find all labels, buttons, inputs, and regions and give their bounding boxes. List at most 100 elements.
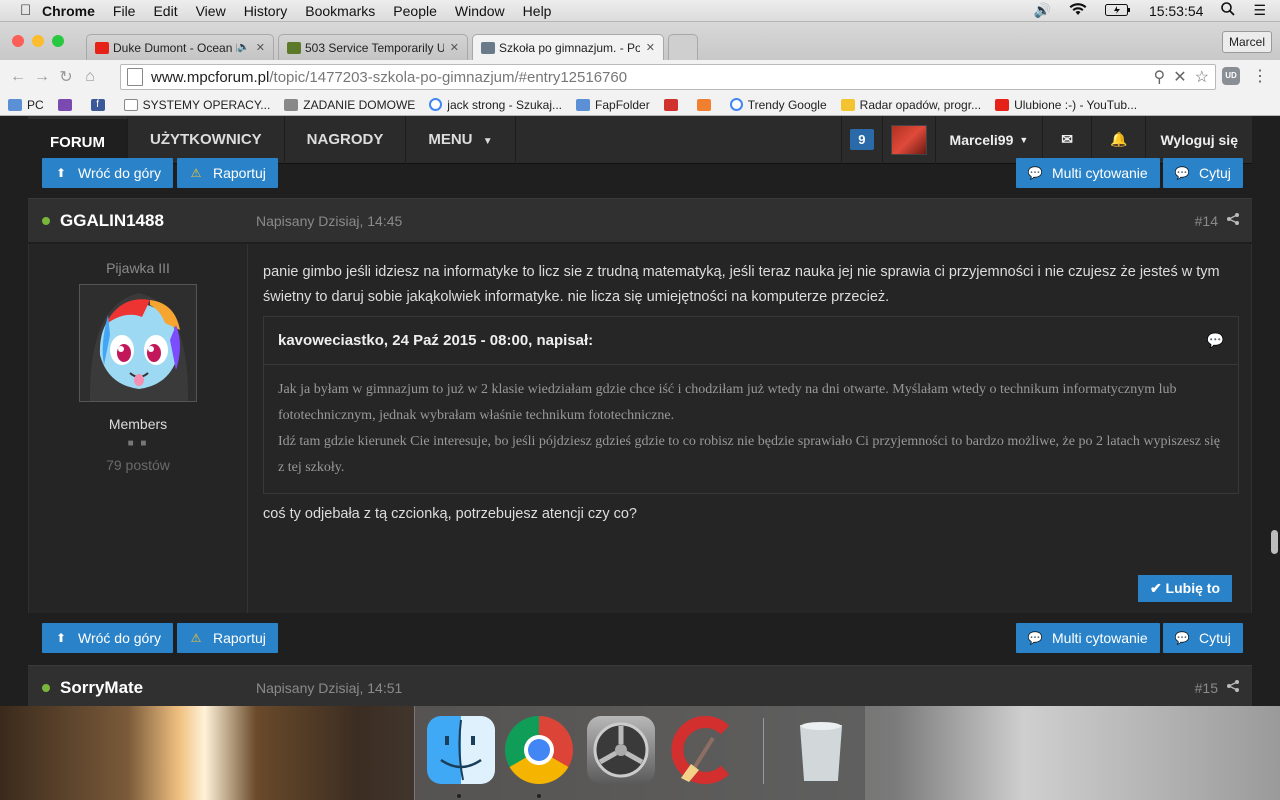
speech-bubbles-icon: 💬 [1027,631,1043,645]
zoom-icon[interactable]: ⚲ [1154,67,1166,87]
page-scrollbar[interactable] [1271,530,1278,554]
battery-icon[interactable] [1104,3,1131,19]
post-number[interactable]: #14 [1195,213,1218,229]
close-tab-icon[interactable]: ✕ [450,41,459,54]
nav-nagrody[interactable]: NAGRODY [285,116,407,164]
bell-icon[interactable]: 🔔 [1091,116,1145,164]
bookmark-fapfolder[interactable]: FapFolder [576,98,650,112]
chrome-icon[interactable] [505,716,573,784]
bookmark-zadanie-domowe[interactable]: ZADANIE DOMOWE [284,98,415,112]
post-text: panie gimbo jeśli idziesz na informatyke… [263,264,1220,305]
chrome-tabbar: Duke Dumont - Ocean D 🔈 ✕ 503 Service Te… [0,22,1280,60]
back-arrow-icon[interactable]: ← [6,68,30,86]
online-status-icon [42,216,50,225]
menu-bookmarks[interactable]: Bookmarks [305,3,375,19]
wifi-icon[interactable] [1069,2,1087,19]
back-to-top-button[interactable]: ⬆ Wróć do góry [42,158,173,188]
close-tab-icon[interactable]: ✕ [646,41,655,54]
running-indicator [457,794,461,798]
bookmark-orange[interactable] [696,98,716,111]
menu-history[interactable]: History [244,3,288,19]
report-button[interactable]: ⚠ Raportuj [177,158,278,188]
zoom-window-button[interactable] [52,35,64,47]
menu-window[interactable]: Window [455,3,505,19]
bookmark-label: PC [27,97,44,112]
user-avatar[interactable] [881,116,935,164]
post-number[interactable]: #15 [1195,680,1218,696]
pony-avatar-icon [80,285,196,401]
quote-button[interactable]: 💬 Cytuj [1163,158,1243,188]
report-button[interactable]: ⚠ Raportuj [177,623,278,653]
profile-button[interactable]: Marcel [1221,31,1272,53]
apple-icon[interactable]:  [20,2,42,19]
tab-duke-dumont[interactable]: Duke Dumont - Ocean D 🔈 ✕ [86,34,274,60]
menu-view[interactable]: View [196,3,226,19]
chrome-menu-icon[interactable]: ⋮ [1252,66,1268,86]
translate-icon[interactable]: ✕ [1173,67,1186,87]
volume-icon[interactable]: 🔊 [1034,2,1051,19]
menu-people[interactable]: People [393,3,437,19]
nav-uzytkownicy[interactable]: UŻYTKOWNICY [128,116,285,164]
close-tab-icon[interactable]: ✕ [256,41,265,54]
menu-edit[interactable]: Edit [153,3,177,19]
logout-link[interactable]: Wyloguj się [1145,116,1252,164]
quote-citation[interactable]: kavoweciastko, 24 Paź 2015 - 08:00, napi… [278,328,593,353]
back-to-top-button[interactable]: ⬆ Wróć do góry [42,623,173,653]
home-icon[interactable]: ⌂ [78,68,102,86]
bookmark-red[interactable] [663,98,683,111]
author-avatar[interactable] [79,284,197,402]
user-group: Members [108,416,168,432]
share-icon[interactable] [1226,679,1240,696]
bookmark-systemy[interactable]: SYSTEMY OPERACY... [123,98,270,112]
post-author[interactable]: GGALIN1488 [60,211,256,231]
tab-szkola-po-gimnazjum[interactable]: Szkoła po gimnazjum. - Po ✕ [472,34,664,60]
question-favicon-icon [696,98,711,111]
speaker-icon[interactable]: 🔈 [237,42,249,53]
finder-icon[interactable] [427,716,495,784]
forward-arrow-icon[interactable]: → [30,68,54,86]
quote-button[interactable]: 💬 Cytuj [1163,623,1243,653]
address-bar[interactable]: www.mpcforum.pl/topic/1477203-szkola-po-… [120,64,1216,90]
menu-app-name[interactable]: Chrome [42,3,95,19]
notifications-badge[interactable]: 9 [841,116,881,164]
warning-icon: ⚠ [190,166,202,180]
bookmark-jack-strong[interactable]: jack strong - Szukaj... [429,98,562,112]
bookmark-star-icon[interactable]: ☆ [1195,67,1209,87]
share-icon[interactable] [1226,212,1240,229]
tab-503-service[interactable]: 503 Service Temporarily U ✕ [278,34,468,60]
clock[interactable]: 15:53:54 [1149,3,1204,19]
bookmark-trendy-google[interactable]: Trendy Google [729,98,827,112]
reputation-pips-icon: ■ ■ [127,438,149,449]
multiquote-button[interactable]: 💬 Multi cytowanie [1016,623,1160,653]
bookmark-facebook[interactable]: f [90,98,110,111]
reload-icon[interactable]: ↻ [54,67,78,87]
spotlight-icon[interactable] [1221,2,1236,19]
nav-menu[interactable]: MENU ▼ [406,116,516,164]
post-author[interactable]: SorryMate [60,678,256,698]
menu-help[interactable]: Help [523,3,552,19]
bookmark-purple[interactable] [57,98,77,111]
bookmark-pc[interactable]: PC [8,98,44,112]
button-label: Wróć do góry [78,630,161,646]
ublock-extension-icon[interactable]: UD [1222,67,1240,85]
messages-icon[interactable]: ✉ [1042,116,1091,164]
nav-forum[interactable]: FORUM [28,116,128,164]
minimize-window-button[interactable] [32,35,44,47]
system-preferences-icon[interactable] [587,716,655,784]
notification-center-icon[interactable]: ☰ [1253,2,1266,19]
page-info-icon[interactable] [127,68,143,86]
quote-block: kavoweciastko, 24 Paź 2015 - 08:00, napi… [263,316,1239,494]
ccleaner-icon[interactable] [669,716,737,784]
trash-icon[interactable] [787,716,855,784]
user-menu[interactable]: Marceli99 ▼ [934,116,1043,164]
chrome-toolbar: ← → ↻ ⌂ www.mpcforum.pl/topic/1477203-sz… [0,60,1280,94]
bookmark-radar-opadow[interactable]: Radar opadów, progr... [840,98,981,112]
site-favicon-icon [287,41,301,54]
url-host: www.mpcforum.pl [151,68,270,86]
close-window-button[interactable] [12,35,24,47]
new-tab-button[interactable] [668,34,698,60]
menu-file[interactable]: File [113,3,136,19]
bookmark-ulubione[interactable]: Ulubione :-) - YouTub... [995,98,1137,112]
multiquote-button[interactable]: 💬 Multi cytowanie [1016,158,1160,188]
like-button[interactable]: ✔ Lubię to [1137,575,1232,602]
